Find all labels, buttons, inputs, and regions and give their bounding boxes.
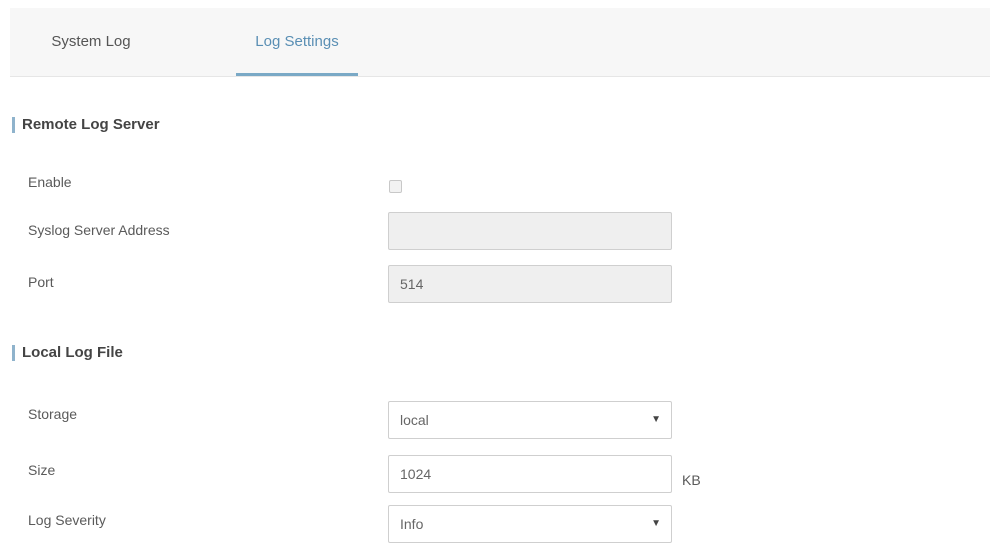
size-input[interactable]: 1024 <box>388 455 672 493</box>
log-severity-label: Log Severity <box>28 512 106 528</box>
storage-select-value: local <box>400 412 429 428</box>
syslog-server-address-label: Syslog Server Address <box>28 222 170 238</box>
log-severity-select-value: Info <box>400 516 424 532</box>
storage-select[interactable]: local ▼ <box>388 401 672 439</box>
port-input[interactable]: 514 <box>388 265 672 303</box>
section-title-remote-log-server: Remote Log Server <box>12 116 160 134</box>
log-settings-page: System Log Log Settings Remote Log Serve… <box>0 0 990 550</box>
tab-log-settings[interactable]: Log Settings <box>236 8 358 76</box>
caret-down-icon: ▼ <box>651 518 661 529</box>
port-label: Port <box>28 274 54 290</box>
size-unit: KB <box>682 472 701 488</box>
log-severity-select[interactable]: Info ▼ <box>388 505 672 543</box>
storage-label: Storage <box>28 406 78 422</box>
tab-bar: System Log Log Settings <box>10 8 990 77</box>
enable-label: Enable <box>28 174 72 190</box>
caret-down-icon: ▼ <box>651 414 661 425</box>
size-label: Size <box>28 462 56 478</box>
tab-system-log[interactable]: System Log <box>36 8 146 76</box>
enable-checkbox[interactable] <box>389 180 402 193</box>
section-title-local-log-file: Local Log File <box>12 344 123 362</box>
syslog-server-address-input[interactable] <box>388 212 672 250</box>
